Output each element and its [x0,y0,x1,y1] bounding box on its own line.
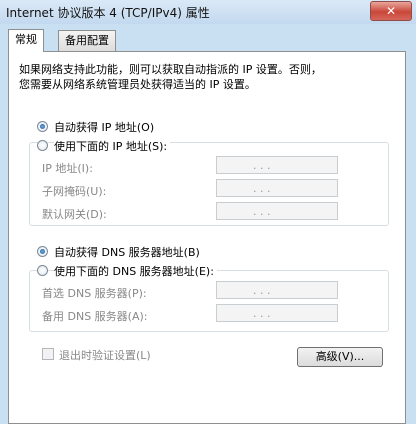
validate-on-exit-checkbox[interactable] [42,348,54,360]
alternate-dns-dots: . . . [253,307,271,320]
alternate-dns-input[interactable]: . . . [216,304,338,322]
default-gateway-label: 默认网关(D): [42,208,107,221]
description-line-2: 您需要从网络系统管理员处获得适当的 IP 设置。 [19,78,256,91]
preferred-dns-input[interactable]: . . . [216,281,338,299]
manual-dns-label[interactable]: 使用下面的 DNS 服务器地址(E): [54,263,217,279]
manual-ip-label[interactable]: 使用下面的 IP 地址(S): [54,138,171,154]
auto-dns-radio[interactable] [37,246,48,257]
ip-address-input[interactable]: . . . [216,156,338,174]
subnet-mask-dots: . . . [253,182,271,195]
default-gateway-input[interactable]: . . . [216,202,338,220]
validate-on-exit-label[interactable]: 退出时验证设置(L) [59,347,151,363]
window-title: Internet 协议版本 4 (TCP/IPv4) 属性 [6,6,210,20]
advanced-button[interactable]: 高级(V)... [297,347,383,367]
ip-address-dots: . . . [253,159,271,172]
subnet-mask-input[interactable]: . . . [216,179,338,197]
close-button[interactable]: ✕ [370,1,412,21]
title-bar: Internet 协议版本 4 (TCP/IPv4) 属性 ✕ [0,0,416,24]
ip-address-label: IP 地址(I): [42,162,93,175]
tab-alternate-config[interactable]: 备用配置 [58,30,116,51]
manual-dns-radio[interactable] [37,265,48,276]
manual-ip-radio[interactable] [37,140,48,151]
default-gateway-dots: . . . [253,205,271,218]
tab-general[interactable]: 常规 [8,29,44,52]
description-text: 如果网络支持此功能，则可以获取自动指派的 IP 设置。否则， 您需要从网络系统管… [19,62,322,92]
general-tab-panel: 如果网络支持此功能，则可以获取自动指派的 IP 设置。否则， 您需要从网络系统管… [8,51,406,424]
subnet-mask-label: 子网掩码(U): [42,185,107,198]
preferred-dns-dots: . . . [253,284,271,297]
description-line-1: 如果网络支持此功能，则可以获取自动指派的 IP 设置。否则， [19,63,322,76]
close-icon: ✕ [385,4,397,18]
auto-ip-label[interactable]: 自动获得 IP 地址(O) [54,119,154,135]
auto-ip-radio[interactable] [37,121,48,132]
preferred-dns-label: 首选 DNS 服务器(P): [42,287,147,300]
alternate-dns-label: 备用 DNS 服务器(A): [42,310,148,323]
auto-dns-label[interactable]: 自动获得 DNS 服务器地址(B) [54,244,200,260]
